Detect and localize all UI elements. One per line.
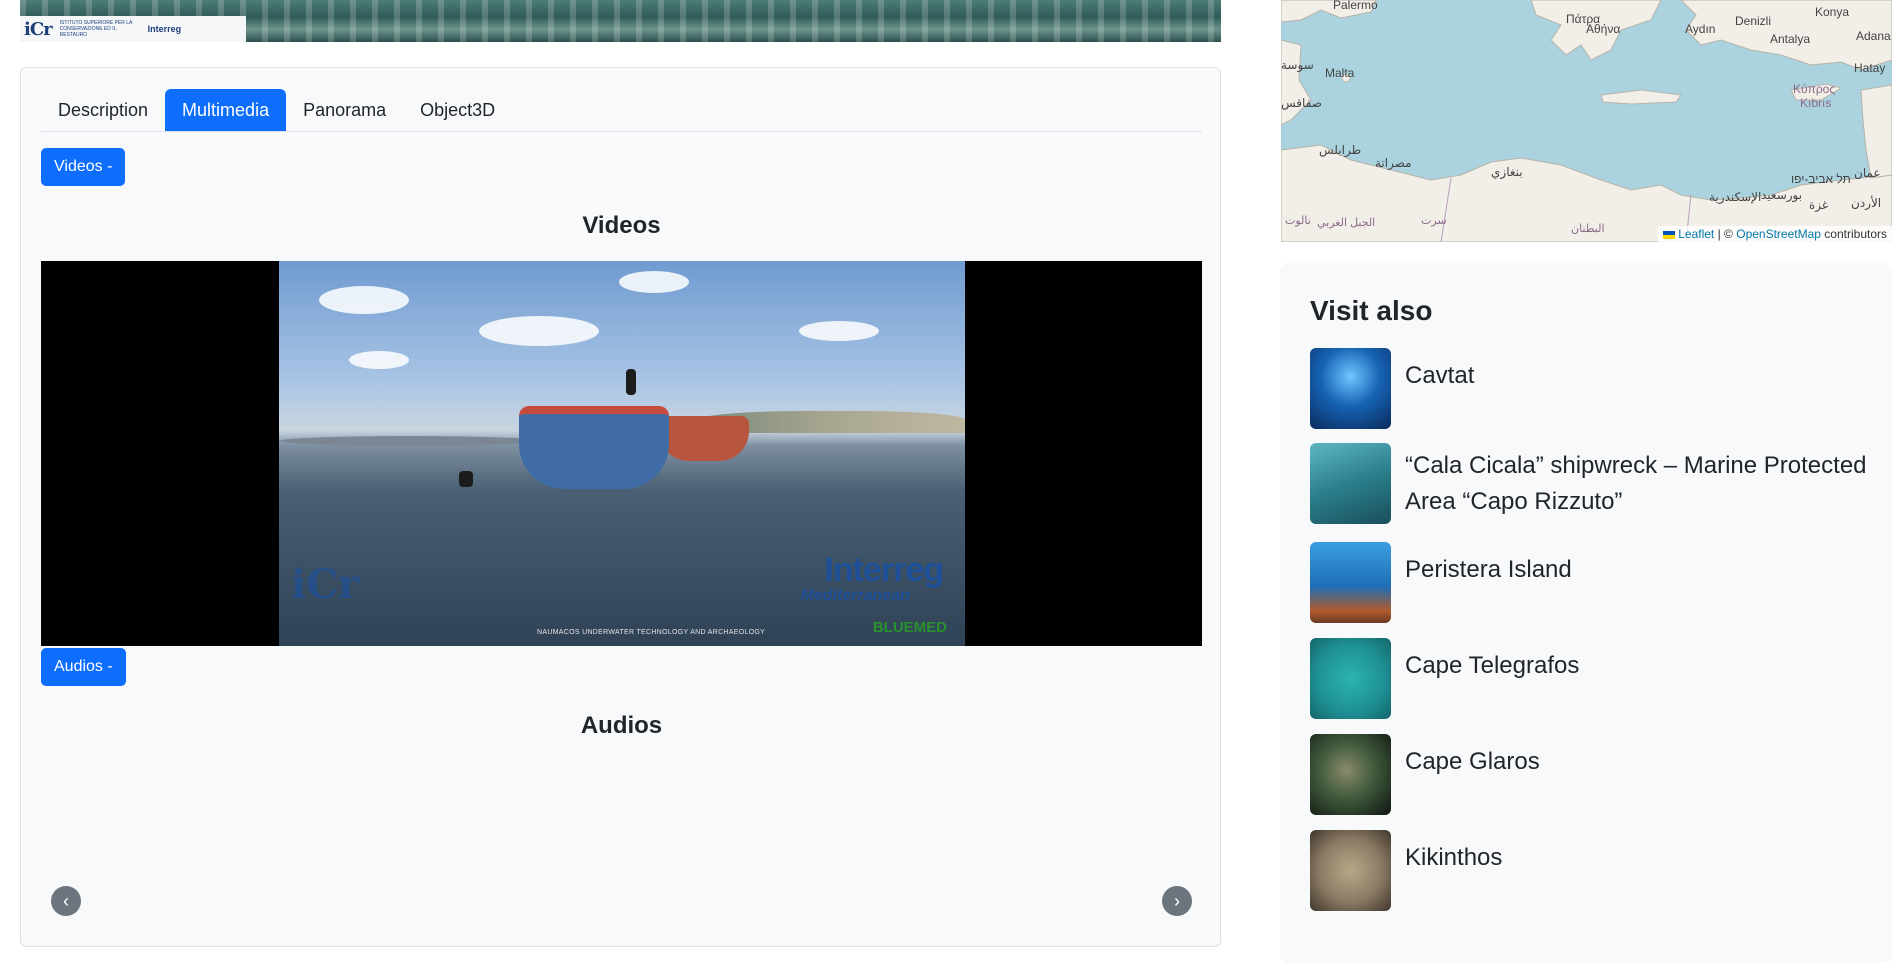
carousel-prev-icon[interactable]: ‹	[51, 886, 81, 916]
map-label-palermo: Palermo	[1333, 0, 1378, 12]
header-banner-image: iCr ISTITUTO SUPERIORE PER LA CONSERVAZI…	[20, 0, 1221, 42]
map-label-sfax: صفاقس	[1281, 96, 1322, 110]
crete-island	[1600, 89, 1682, 105]
distant-hills	[279, 436, 539, 446]
visit-item-kikinthos[interactable]: Kikinthos	[1310, 830, 1870, 911]
openstreetmap-link[interactable]: OpenStreetMap	[1736, 227, 1821, 241]
cloud-shape	[349, 351, 409, 369]
content-tabs: Description Multimedia Panorama Object3D	[41, 89, 1202, 132]
map-label-athina: Αθήνα	[1586, 22, 1621, 36]
ukraine-flag-icon	[1663, 230, 1676, 239]
visit-item-cavtat[interactable]: Cavtat	[1310, 348, 1870, 429]
swimmer-figure	[459, 471, 473, 487]
map-label-alexandria: الإسكندرية	[1709, 190, 1762, 204]
videos-heading: Videos	[582, 212, 661, 239]
icr-watermark: iCr	[291, 561, 360, 608]
levant-landmass	[1860, 84, 1892, 179]
cloud-shape	[479, 316, 599, 346]
map-label-sirte: سرت	[1421, 215, 1447, 227]
tunisia-landmass	[1281, 39, 1312, 126]
map-label-sousse: سوسة	[1281, 58, 1314, 72]
map-label-kibris: Kıbrıs	[1800, 96, 1832, 110]
map-label-jordan: الأردن	[1851, 196, 1882, 210]
map-label-hatay: Hatay	[1854, 61, 1886, 75]
map-label-port-said: بورسعيد	[1761, 188, 1803, 202]
map-label-benghazi: بنغازي	[1491, 165, 1523, 179]
tab-multimedia[interactable]: Multimedia	[165, 89, 287, 131]
map-attribution: Leaflet | © OpenStreetMap contributors	[1658, 226, 1892, 242]
attribution-separator: | ©	[1717, 227, 1733, 241]
site-content-card: Description Multimedia Panorama Object3D…	[20, 67, 1221, 947]
audios-toggle-button[interactable]: Audios -	[41, 648, 126, 686]
cala-cicala-thumbnail[interactable]	[1310, 443, 1391, 524]
map-label-nalut: نالوت	[1285, 215, 1311, 227]
map-label-malta: Malta	[1325, 66, 1355, 80]
video-thumbnail[interactable]: iCr Interreg Mediterranean BLUEMED NAUMA…	[279, 261, 965, 646]
mediterranean-watermark: Mediterranean	[800, 587, 910, 604]
diver-figure	[626, 369, 636, 395]
leaflet-link[interactable]: Leaflet	[1678, 227, 1714, 241]
map-label-misrata: مصراتة	[1375, 156, 1412, 170]
cloud-shape	[799, 321, 879, 341]
visit-item-label[interactable]: Kikinthos	[1405, 840, 1502, 876]
visit-item-cape-telegrafos[interactable]: Cape Telegrafos	[1310, 638, 1870, 719]
cape-telegrafos-thumbnail[interactable]	[1310, 638, 1391, 719]
cloud-shape	[319, 286, 409, 314]
visit-item-label[interactable]: Cavtat	[1405, 358, 1474, 394]
tab-panorama[interactable]: Panorama	[286, 89, 403, 131]
carousel-next-icon[interactable]: ›	[1162, 886, 1192, 916]
visit-item-cape-glaros[interactable]: Cape Glaros	[1310, 734, 1870, 815]
map-label-antalya: Antalya	[1770, 32, 1811, 46]
video-player[interactable]: iCr Interreg Mediterranean BLUEMED NAUMA…	[41, 261, 1202, 646]
icr-logo: iCr	[24, 18, 53, 40]
visit-item-peristera-island[interactable]: Peristera Island	[1310, 542, 1870, 623]
visit-item-label[interactable]: Cape Telegrafos	[1405, 648, 1579, 684]
map-label-konya: Konya	[1815, 5, 1850, 19]
institute-name: ISTITUTO SUPERIORE PER LA CONSERVAZIONE …	[59, 20, 133, 38]
map-label-telaviv: תל אביב-יפו	[1791, 172, 1851, 186]
location-map[interactable]: Palermo Malta Πάτρα Αθήνα Aydın Denizli …	[1281, 0, 1892, 242]
videos-toggle-button[interactable]: Videos -	[41, 148, 126, 186]
map-label-gaza: غزة	[1809, 198, 1829, 212]
map-label-adana: Adana	[1856, 29, 1891, 43]
map-label-denizli: Denizli	[1735, 14, 1772, 28]
tab-object3d[interactable]: Object3D	[403, 89, 512, 131]
bluemed-watermark: BLUEMED	[872, 619, 947, 636]
map-label-amman: عمان	[1854, 166, 1881, 180]
map-label-jabal: الجبل الغربي	[1317, 217, 1376, 229]
tab-description[interactable]: Description	[41, 89, 165, 131]
visit-item-label[interactable]: “Cala Cicala” shipwreck – Marine Protect…	[1405, 448, 1870, 520]
visit-item-label[interactable]: Cape Glaros	[1405, 744, 1540, 780]
audios-heading: Audios	[580, 712, 663, 739]
boat-red	[659, 416, 749, 461]
cloud-shape	[619, 271, 689, 293]
cavtat-thumbnail[interactable]	[1310, 348, 1391, 429]
interreg-logo: Interreg	[147, 24, 182, 34]
map-label-kypros: Κύπρος	[1793, 82, 1836, 96]
map-label-tripoli: طرابلس	[1319, 143, 1362, 157]
cape-glaros-thumbnail[interactable]	[1310, 734, 1391, 815]
visit-item-label[interactable]: Peristera Island	[1405, 552, 1572, 588]
map-label-butnan: البطنان	[1571, 223, 1605, 235]
partner-logos: iCr ISTITUTO SUPERIORE PER LA CONSERVAZI…	[20, 16, 246, 42]
map-label-aydin: Aydın	[1685, 22, 1716, 36]
attribution-contributors: contributors	[1824, 227, 1887, 241]
interreg-watermark: Interreg	[824, 551, 944, 589]
visit-also-title: Visit also	[1310, 295, 1433, 326]
kikinthos-thumbnail[interactable]	[1310, 830, 1391, 911]
visit-also-panel: Visit also Cavtat “Cala Cicala” shipwrec…	[1280, 263, 1892, 963]
visit-item-cala-cicala[interactable]: “Cala Cicala” shipwreck – Marine Protect…	[1310, 443, 1870, 524]
naumacos-watermark: NAUMACOS UNDERWATER TECHNOLOGY AND ARCHA…	[537, 629, 766, 636]
boat-blue	[519, 406, 669, 489]
peristera-island-thumbnail[interactable]	[1310, 542, 1391, 623]
